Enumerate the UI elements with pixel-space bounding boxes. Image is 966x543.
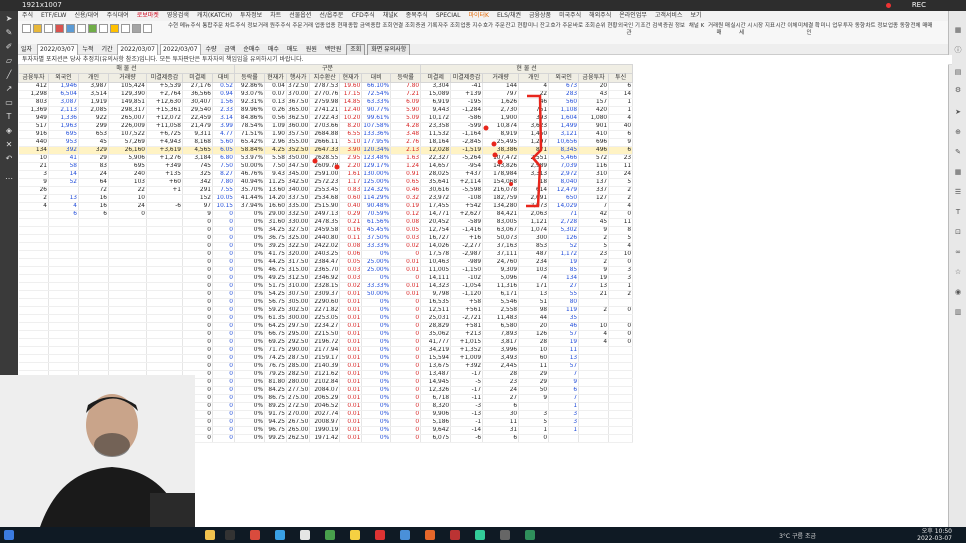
app-icon[interactable] [475, 530, 485, 540]
app-icon[interactable] [325, 530, 335, 540]
presenter-image [0, 375, 195, 527]
windows-taskbar: 3°C 구름 조금 오후 10:50 2022-03-07 [0, 527, 966, 543]
app-icon[interactable] [525, 530, 535, 540]
edge-icon[interactable] [275, 530, 285, 540]
app-icon[interactable] [400, 530, 410, 540]
dot-annotation [509, 182, 513, 186]
dot-annotation [497, 159, 503, 165]
app-icon[interactable] [500, 530, 510, 540]
app-icon[interactable] [450, 530, 460, 540]
system-clock: 오후 10:50 2022-03-07 [917, 528, 952, 542]
dot-annotation [334, 164, 340, 170]
app-icon[interactable] [375, 530, 385, 540]
app-icon[interactable] [425, 530, 435, 540]
bracket-annotation [526, 94, 543, 208]
dot-annotation [491, 141, 497, 147]
dot-annotation [492, 152, 498, 158]
app-icon[interactable] [250, 530, 260, 540]
clock-date: 2022-03-07 [917, 535, 952, 542]
kakaotalk-icon[interactable] [350, 530, 360, 540]
webcam-overlay [0, 375, 195, 527]
app-icon[interactable] [225, 530, 235, 540]
explorer-icon[interactable] [205, 530, 215, 540]
app-icon[interactable] [300, 530, 310, 540]
start-icon[interactable] [4, 530, 14, 540]
dot-annotation [312, 158, 318, 164]
clock-time: 오후 10:50 [921, 528, 952, 535]
dot-annotation [483, 125, 489, 131]
weather-readout: 3°C 구름 조금 [779, 533, 816, 540]
